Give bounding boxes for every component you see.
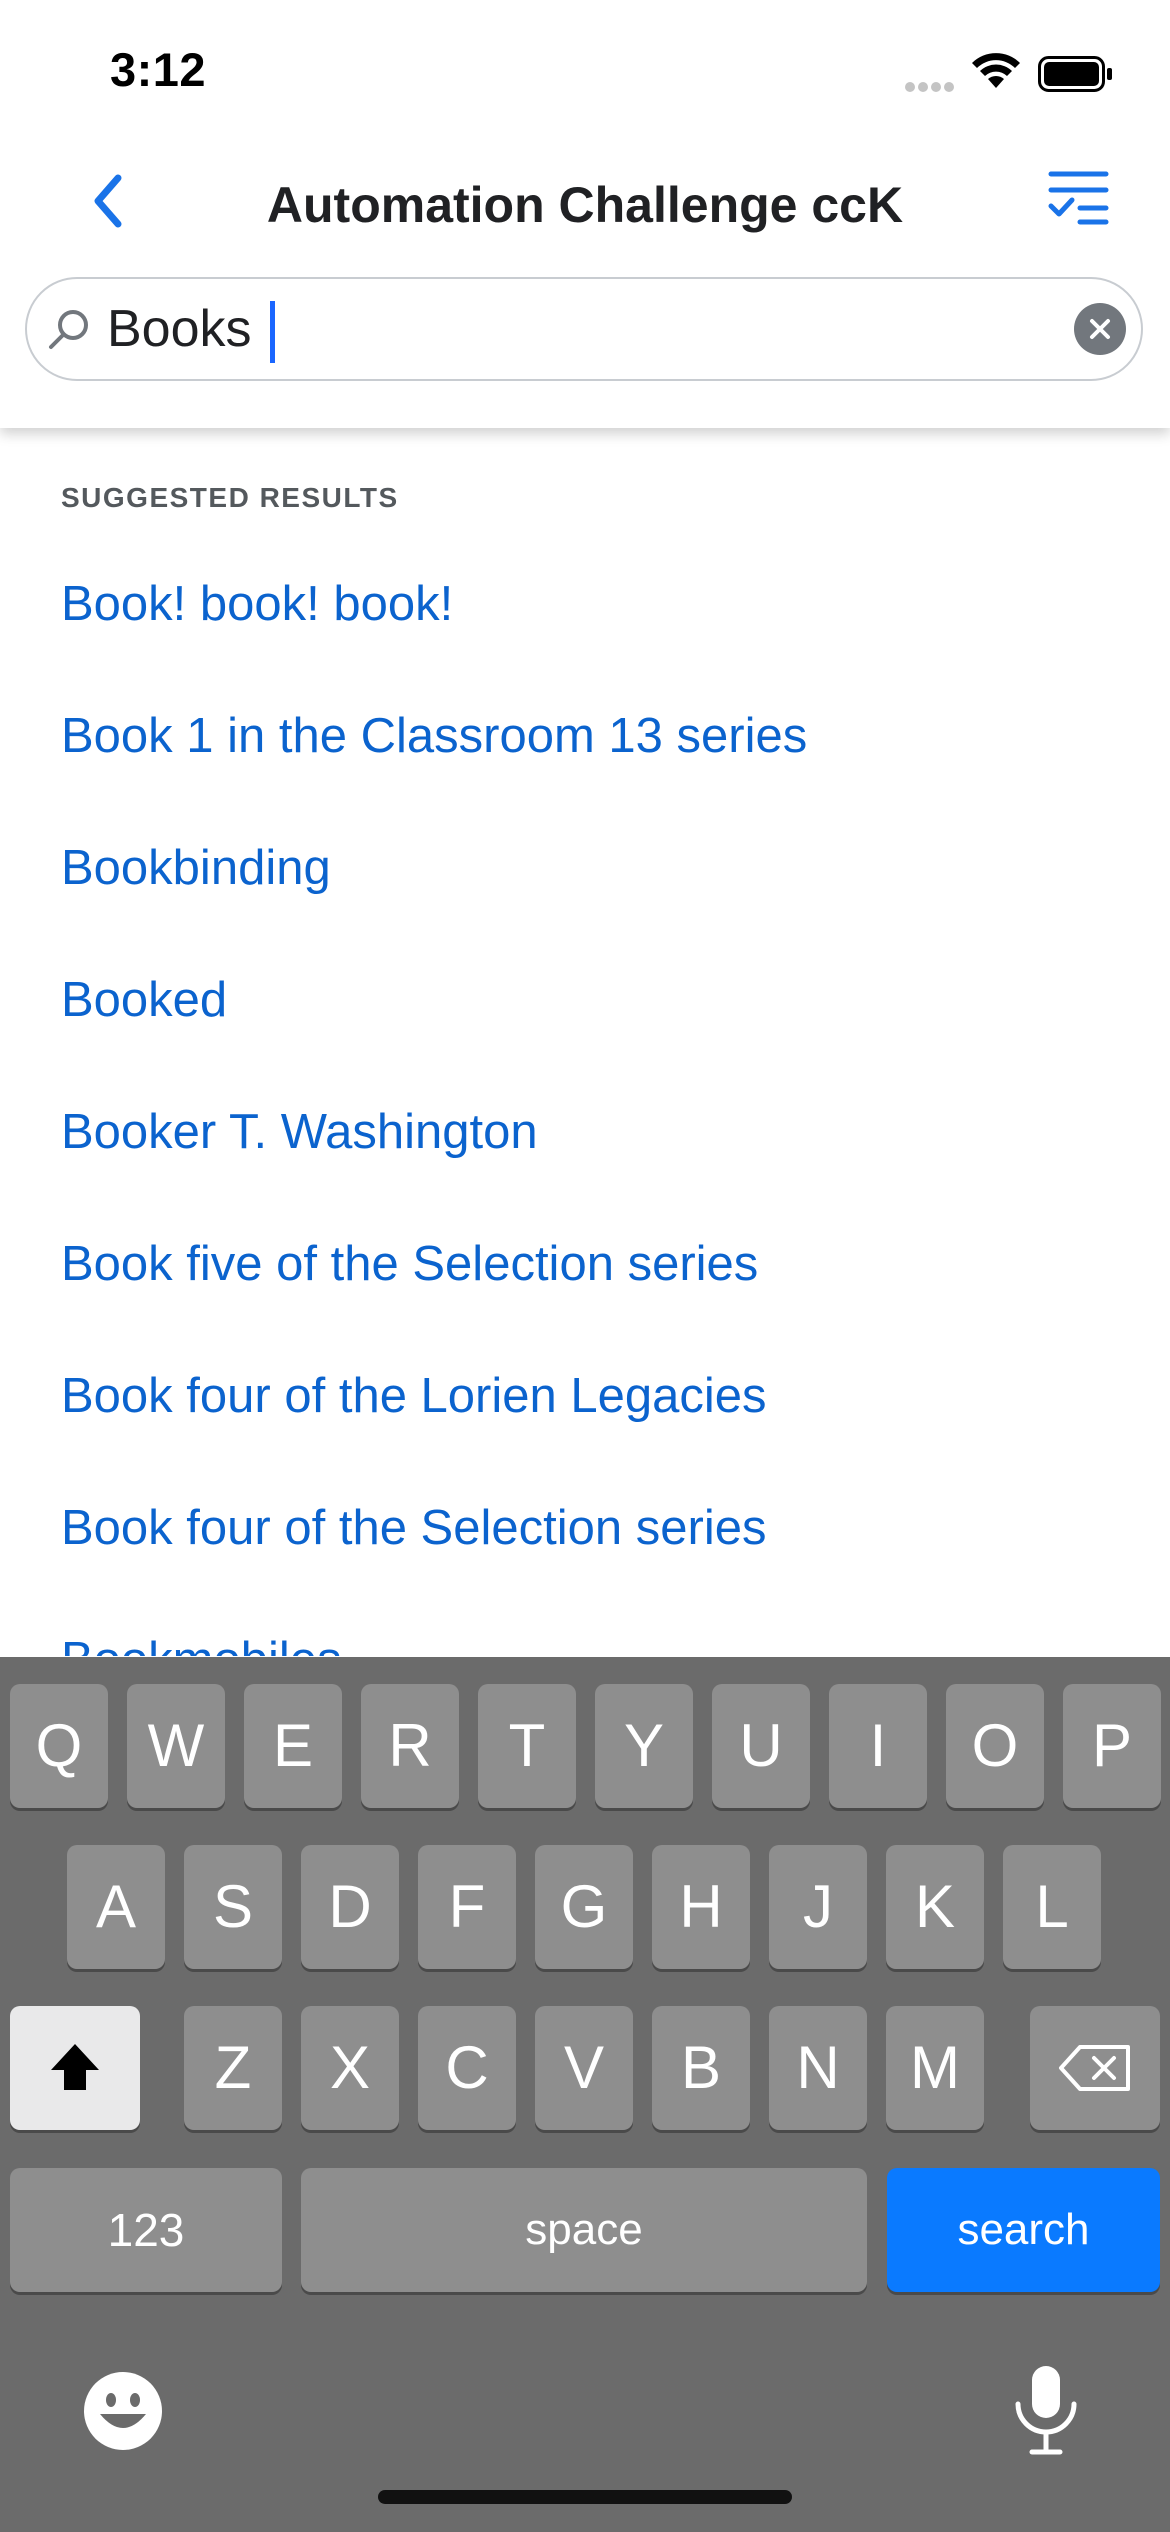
result-item[interactable]: Book 1 in the Classroom 13 series: [0, 670, 1170, 802]
result-item[interactable]: Booked: [0, 934, 1170, 1066]
key-j[interactable]: J: [769, 1845, 867, 1969]
search-icon: [49, 310, 88, 349]
shift-icon: [51, 2044, 99, 2090]
key-s[interactable]: S: [184, 1845, 282, 1969]
delete-key[interactable]: [1030, 2006, 1160, 2130]
results-heading: SUGGESTED RESULTS: [61, 482, 399, 513]
top-bar: 3:12 Automation Challenge ccK: [0, 0, 1170, 428]
search-input[interactable]: [107, 293, 1057, 365]
space-key[interactable]: space: [301, 2168, 867, 2292]
search-bar[interactable]: [25, 277, 1143, 381]
filter-button[interactable]: [1046, 168, 1112, 228]
result-item[interactable]: Book four of the Selection series: [0, 1462, 1170, 1594]
key-f[interactable]: F: [418, 1845, 516, 1969]
key-l[interactable]: L: [1003, 1845, 1101, 1969]
emoji-button[interactable]: [82, 2370, 164, 2452]
key-t[interactable]: T: [478, 1684, 576, 1808]
key-i[interactable]: I: [829, 1684, 927, 1808]
result-item[interactable]: Booker T. Washington: [0, 1066, 1170, 1198]
key-q[interactable]: Q: [10, 1684, 108, 1808]
shift-key[interactable]: [10, 2006, 140, 2130]
key-o[interactable]: O: [946, 1684, 1044, 1808]
home-indicator: [378, 2490, 792, 2504]
delete-icon: [1059, 2045, 1130, 2091]
result-item[interactable]: Book five of the Selection series: [0, 1198, 1170, 1330]
status-time: 3:12: [110, 43, 207, 96]
battery-icon: [1038, 56, 1112, 92]
filter-list-icon: [1048, 171, 1109, 225]
numbers-key[interactable]: 123: [10, 2168, 282, 2292]
key-c[interactable]: C: [418, 2006, 516, 2130]
key-y[interactable]: Y: [595, 1684, 693, 1808]
emoji-icon: [84, 2372, 162, 2450]
cellular-signal-icon: [905, 82, 954, 92]
clear-search-button[interactable]: [1074, 303, 1126, 355]
search-results: SUGGESTED RESULTS Book! book! book! Book…: [0, 428, 1170, 1656]
dictation-button[interactable]: [1012, 2364, 1080, 2456]
wifi-icon: [972, 53, 1020, 88]
key-d[interactable]: D: [301, 1845, 399, 1969]
search-key[interactable]: search: [887, 2168, 1160, 2292]
clear-icon: [1090, 319, 1110, 339]
key-h[interactable]: H: [652, 1845, 750, 1969]
key-z[interactable]: Z: [184, 2006, 282, 2130]
key-a[interactable]: A: [67, 1845, 165, 1969]
page-title: Automation Challenge ccK: [266, 177, 904, 233]
text-caret: [270, 301, 275, 363]
key-x[interactable]: X: [301, 2006, 399, 2130]
status-bar: 3:12: [0, 0, 1170, 140]
key-k[interactable]: K: [886, 1845, 984, 1969]
back-button[interactable]: [80, 166, 140, 236]
key-u[interactable]: U: [712, 1684, 810, 1808]
result-list: Book! book! book! Book 1 in the Classroo…: [0, 538, 1170, 1656]
microphone-icon: [1015, 2366, 1077, 2455]
key-b[interactable]: B: [652, 2006, 750, 2130]
key-p[interactable]: P: [1063, 1684, 1161, 1808]
back-chevron-icon: [94, 174, 122, 228]
key-r[interactable]: R: [361, 1684, 459, 1808]
key-w[interactable]: W: [127, 1684, 225, 1808]
key-m[interactable]: M: [886, 2006, 984, 2130]
key-e[interactable]: E: [244, 1684, 342, 1808]
result-item[interactable]: Book! book! book!: [0, 538, 1170, 670]
key-v[interactable]: V: [535, 2006, 633, 2130]
result-item[interactable]: Book four of the Lorien Legacies: [0, 1330, 1170, 1462]
result-item[interactable]: Bookbinding: [0, 802, 1170, 934]
result-item[interactable]: Bookmobiles: [0, 1594, 1170, 1656]
key-g[interactable]: G: [535, 1845, 633, 1969]
key-n[interactable]: N: [769, 2006, 867, 2130]
